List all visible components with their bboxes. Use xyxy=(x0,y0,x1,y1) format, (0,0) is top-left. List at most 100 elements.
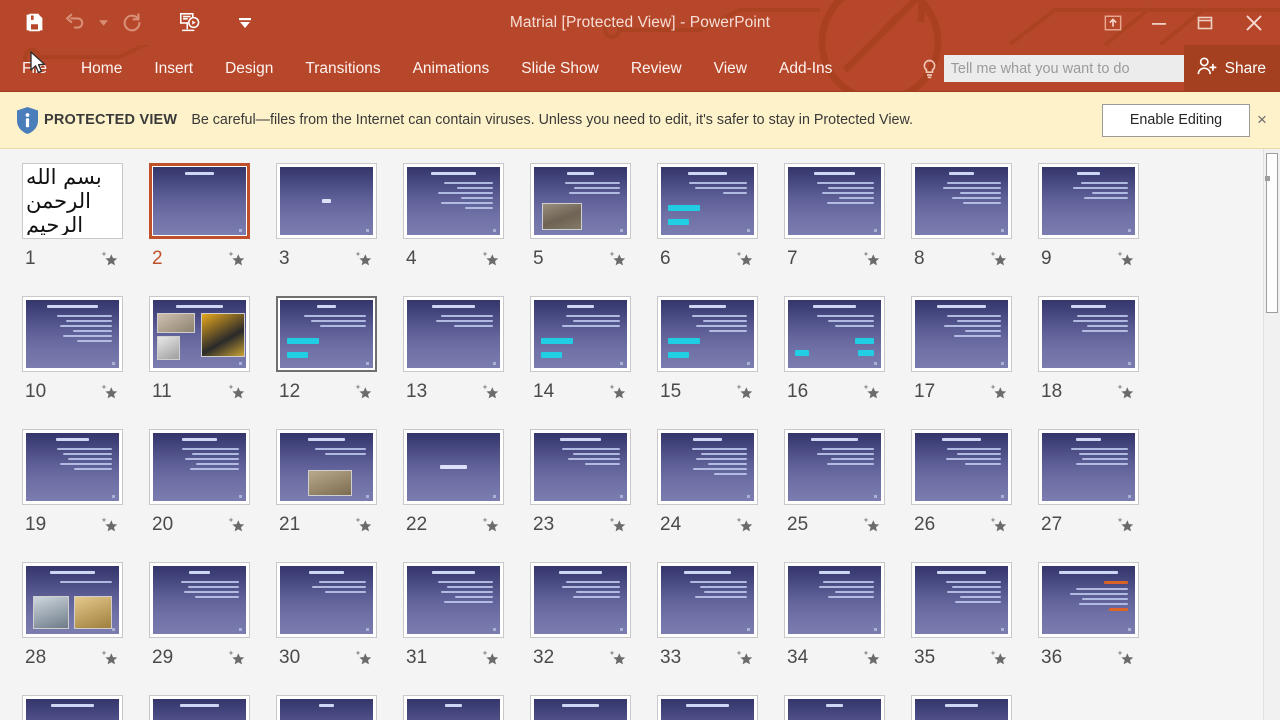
theme-star-icon[interactable] xyxy=(481,515,501,535)
slide-thumbnail-image[interactable] xyxy=(149,163,250,239)
theme-star-icon[interactable] xyxy=(227,515,247,535)
theme-star-icon[interactable] xyxy=(100,648,120,668)
slide-thumbnail-19[interactable]: 19 xyxy=(22,429,149,562)
slide-thumbnail-image[interactable] xyxy=(149,429,250,505)
slide-thumbnail-32[interactable]: 32 xyxy=(530,562,657,695)
minimize-icon[interactable] xyxy=(1136,0,1182,45)
slide-thumbnail-1[interactable]: بسم الله الرحمن الرحیم 1 xyxy=(22,163,149,296)
theme-star-icon[interactable] xyxy=(481,249,501,269)
theme-star-icon[interactable] xyxy=(354,382,374,402)
maximize-icon[interactable] xyxy=(1182,0,1228,45)
tab-review[interactable]: Review xyxy=(615,45,698,91)
theme-star-icon[interactable] xyxy=(481,382,501,402)
theme-star-icon[interactable] xyxy=(862,249,882,269)
slide-thumbnail-image[interactable] xyxy=(530,695,631,720)
slide-thumbnail-image[interactable] xyxy=(911,562,1012,638)
slide-thumbnail-33[interactable]: 33 xyxy=(657,562,784,695)
slide-thumbnail-image[interactable] xyxy=(22,429,123,505)
slide-thumbnail-image[interactable] xyxy=(276,163,377,239)
tab-animations[interactable]: Animations xyxy=(397,45,506,91)
slide-thumbnail-image[interactable] xyxy=(530,562,631,638)
slide-thumbnail-18[interactable]: 18 xyxy=(1038,296,1165,429)
slide-thumbnail-image[interactable] xyxy=(403,695,504,720)
theme-star-icon[interactable] xyxy=(354,249,374,269)
slide-thumbnail-image[interactable]: بسم الله الرحمن الرحیم xyxy=(22,163,123,239)
theme-star-icon[interactable] xyxy=(608,249,628,269)
slide-thumbnail-8[interactable]: 8 xyxy=(911,163,1038,296)
theme-star-icon[interactable] xyxy=(735,382,755,402)
theme-star-icon[interactable] xyxy=(227,382,247,402)
vertical-scrollbar[interactable] xyxy=(1263,149,1280,720)
slide-thumbnail-28[interactable]: 28 xyxy=(22,562,149,695)
theme-star-icon[interactable] xyxy=(989,382,1009,402)
slide-thumbnail-image[interactable] xyxy=(657,429,758,505)
slide-thumbnail-image[interactable] xyxy=(1038,562,1139,638)
slide-thumbnail-image[interactable] xyxy=(22,562,123,638)
slide-thumbnail-24[interactable]: 24 xyxy=(657,429,784,562)
slide-thumbnail-42[interactable]: 42 xyxy=(657,695,784,720)
save-icon[interactable] xyxy=(14,3,54,43)
slide-thumbnail-13[interactable]: 13 xyxy=(403,296,530,429)
slide-thumbnail-38[interactable]: 38 xyxy=(149,695,276,720)
slide-thumbnail-14[interactable]: 14 xyxy=(530,296,657,429)
slide-thumbnail-image[interactable] xyxy=(403,429,504,505)
slide-thumbnail-31[interactable]: 31 xyxy=(403,562,530,695)
slide-thumbnail-4[interactable]: 4 xyxy=(403,163,530,296)
theme-star-icon[interactable] xyxy=(989,648,1009,668)
theme-star-icon[interactable] xyxy=(608,648,628,668)
tab-add-ins[interactable]: Add-Ins xyxy=(763,45,848,91)
slide-thumbnail-image[interactable] xyxy=(657,695,758,720)
slide-thumbnail-3[interactable]: 3 xyxy=(276,163,403,296)
theme-star-icon[interactable] xyxy=(354,648,374,668)
redo-icon[interactable] xyxy=(112,3,152,43)
enable-editing-button[interactable]: Enable Editing xyxy=(1102,103,1250,137)
theme-star-icon[interactable] xyxy=(862,515,882,535)
theme-star-icon[interactable] xyxy=(100,515,120,535)
theme-star-icon[interactable] xyxy=(100,382,120,402)
slide-thumbnail-36[interactable]: 36 xyxy=(1038,562,1165,695)
slide-thumbnail-image[interactable] xyxy=(530,429,631,505)
theme-star-icon[interactable] xyxy=(735,515,755,535)
slide-thumbnail-image[interactable] xyxy=(276,562,377,638)
slide-thumbnail-43[interactable]: 43 xyxy=(784,695,911,720)
slide-thumbnail-image[interactable] xyxy=(149,562,250,638)
slide-thumbnail-image[interactable] xyxy=(1038,429,1139,505)
slide-thumbnail-39[interactable]: 39 xyxy=(276,695,403,720)
slide-thumbnail-11[interactable]: 11 xyxy=(149,296,276,429)
undo-dropdown-icon[interactable] xyxy=(94,3,112,43)
slide-thumbnail-image[interactable] xyxy=(657,163,758,239)
tell-me-input[interactable]: Tell me what you want to do xyxy=(943,55,1184,82)
theme-star-icon[interactable] xyxy=(1116,249,1136,269)
slide-thumbnail-9[interactable]: 9 xyxy=(1038,163,1165,296)
slide-thumbnail-26[interactable]: 26 xyxy=(911,429,1038,562)
share-button[interactable]: Share xyxy=(1183,45,1280,91)
slide-thumbnail-image[interactable] xyxy=(530,296,631,372)
slide-thumbnail-40[interactable]: 40 xyxy=(403,695,530,720)
close-icon[interactable]: × xyxy=(1250,100,1274,140)
slide-thumbnail-image[interactable] xyxy=(403,163,504,239)
slide-thumbnail-image[interactable] xyxy=(657,296,758,372)
slide-thumbnail-image[interactable] xyxy=(149,296,250,372)
theme-star-icon[interactable] xyxy=(735,249,755,269)
slide-thumbnail-image[interactable] xyxy=(911,429,1012,505)
tab-view[interactable]: View xyxy=(698,45,763,91)
ribbon-display-options-icon[interactable] xyxy=(1090,0,1136,45)
slide-thumbnail-image[interactable] xyxy=(149,695,250,720)
theme-star-icon[interactable] xyxy=(735,648,755,668)
slide-thumbnail-image[interactable] xyxy=(784,695,885,720)
slide-thumbnail-image[interactable] xyxy=(22,695,123,720)
slide-thumbnail-22[interactable]: 22 xyxy=(403,429,530,562)
slide-thumbnail-image[interactable] xyxy=(1038,163,1139,239)
theme-star-icon[interactable] xyxy=(989,515,1009,535)
slide-thumbnail-2[interactable]: 2 xyxy=(149,163,276,296)
slide-thumbnail-29[interactable]: 29 xyxy=(149,562,276,695)
theme-star-icon[interactable] xyxy=(227,648,247,668)
slide-thumbnail-image[interactable] xyxy=(911,695,1012,720)
slide-thumbnail-image[interactable] xyxy=(276,695,377,720)
theme-star-icon[interactable] xyxy=(862,382,882,402)
start-slideshow-icon[interactable] xyxy=(170,3,210,43)
slide-thumbnail-image[interactable] xyxy=(403,296,504,372)
slide-thumbnail-image[interactable] xyxy=(530,163,631,239)
slide-thumbnail-17[interactable]: 17 xyxy=(911,296,1038,429)
tab-insert[interactable]: Insert xyxy=(138,45,209,91)
